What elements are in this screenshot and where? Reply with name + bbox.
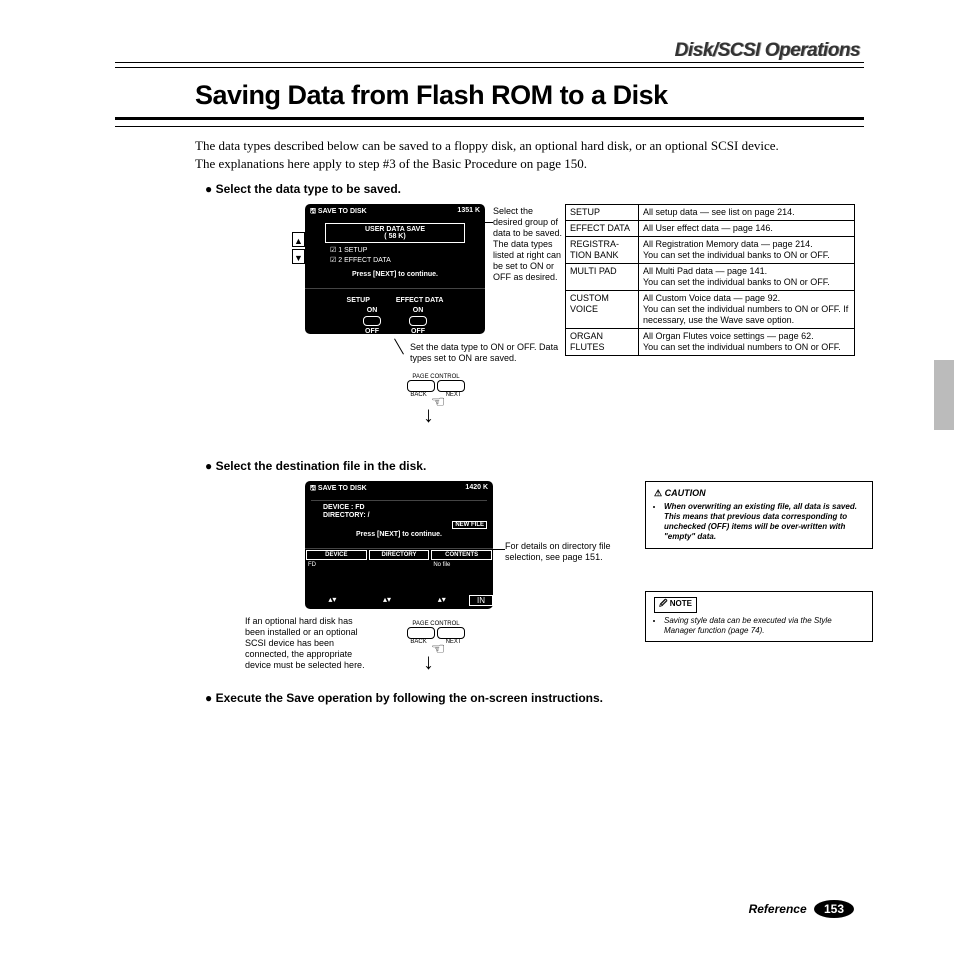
caption-dir-select: For details on directory file selection,… — [505, 541, 625, 563]
note-text: Saving style data can be executed via th… — [664, 616, 864, 636]
lcd-screen-2: SAVE TO DISK 1420 K DEVICE : FD DIRECTORY… — [305, 481, 493, 609]
next-button-2 — [437, 627, 465, 639]
in-btn: IN — [469, 595, 493, 606]
col-device: DEVICE — [306, 550, 367, 560]
tri-1: ▴▾ — [305, 595, 360, 606]
rule-thin-2 — [115, 126, 864, 127]
lcd1-userbox2: ( 58 K) — [384, 233, 405, 240]
t-r2b: All User effect data — page 146. — [639, 221, 855, 237]
side-arrow-buttons: ▲▼ — [292, 232, 305, 266]
t-r5a: CUSTOM VOICE — [566, 291, 639, 329]
lcd1-free: 1351 K — [457, 207, 480, 218]
col-contents: CONTENTS — [431, 550, 492, 560]
caption-device-select: If an optional hard disk has been instal… — [245, 616, 375, 671]
page-control-1: PAGE CONTROL BACKNEXT ☜ — [401, 374, 471, 418]
step-3-heading: Execute the Save operation by following … — [205, 691, 864, 705]
t-r2a: EFFECT DATA — [566, 221, 639, 237]
rule-thick — [115, 117, 864, 120]
step-2-heading: Select the destination file in the disk. — [205, 459, 864, 473]
off-label-2: OFF — [411, 328, 425, 335]
footer-ref: Reference — [749, 902, 807, 916]
note-heading: NOTE — [654, 597, 697, 613]
next-button — [437, 380, 465, 392]
fd-cell: FD — [305, 561, 368, 569]
intro-p2: The explanations here apply to step #3 o… — [195, 155, 864, 173]
nofile-cell: No file — [430, 561, 493, 569]
arrow-down-icon: ↓ — [423, 402, 434, 428]
rule-thin — [115, 67, 864, 68]
lcd1-title: SAVE TO DISK — [310, 207, 367, 218]
col-directory: DIRECTORY — [369, 550, 430, 560]
intro: The data types described below can be sa… — [195, 137, 864, 172]
running-header: Disk/SCSI Operations — [115, 40, 864, 63]
data-type-table: SETUPAll setup data — see list on page 2… — [565, 204, 855, 356]
tri-3: ▴▾ — [414, 595, 469, 606]
t-r1b: All setup data — see list on page 214. — [639, 205, 855, 221]
lcd1-row2: 2 EFFECT DATA — [305, 255, 485, 265]
back-button-2 — [407, 627, 435, 639]
caption-select-group: Select the desired group of data to be s… — [493, 206, 565, 283]
caution-heading: CAUTION — [654, 488, 864, 499]
back-button — [407, 380, 435, 392]
leader-1 — [485, 222, 493, 223]
t-r5b: All Custom Voice data — page 92. You can… — [639, 291, 855, 329]
lcd2-dir: DIRECTORY: / — [305, 511, 493, 519]
caption-set-onoff: Set the data type to ON or OFF. Data typ… — [410, 342, 570, 364]
page-control-2: PAGE CONTROL BACKNEXT ☜ — [401, 621, 471, 665]
off-label-1: OFF — [365, 328, 379, 335]
t-r6b: All Organ Flutes voice settings — page 6… — [639, 329, 855, 356]
lcd1-press: Press [NEXT] to continue. — [305, 271, 485, 278]
tri-2: ▴▾ — [360, 595, 415, 606]
section-2: SAVE TO DISK 1420 K DEVICE : FD DIRECTORY… — [195, 481, 864, 681]
note-box: NOTE Saving style data can be executed v… — [645, 591, 873, 642]
caution-text: When overwriting an existing file, all d… — [664, 502, 864, 542]
lcd2-free: 1420 K — [465, 484, 488, 495]
t-r3a: REGISTRA-TION BANK — [566, 237, 639, 264]
page-number: 153 — [814, 900, 854, 918]
leader-2 — [394, 339, 404, 355]
lcd1-btn-setup: SETUP — [347, 297, 370, 304]
on-label-1: ON — [367, 307, 378, 314]
lcd1-row1: 1 SETUP — [305, 245, 485, 255]
intro-p1: The data types described below can be sa… — [195, 137, 864, 155]
t-r6a: ORGAN FLUTES — [566, 329, 639, 356]
leader-3 — [493, 549, 505, 550]
t-r4a: MULTI PAD — [566, 264, 639, 291]
page-title: Saving Data from Flash ROM to a Disk — [195, 80, 864, 111]
lcd2-device: DEVICE : FD — [305, 503, 493, 511]
lcd1-userbox1: USER DATA SAVE — [365, 226, 425, 233]
lcd1-btn-effect: EFFECT DATA — [396, 297, 444, 304]
step-1-heading: Select the data type to be saved. — [205, 182, 864, 196]
lcd-screen-1: SAVE TO DISK 1351 K USER DATA SAVE( 58 K)… — [305, 204, 485, 334]
new-file-button: NEW FILE — [452, 521, 487, 529]
thumb-tab — [934, 360, 954, 430]
arrow-down-icon-2: ↓ — [423, 649, 434, 675]
t-r3b: All Registration Memory data — page 214.… — [639, 237, 855, 264]
t-r4b: All Multi Pad data — page 141. You can s… — [639, 264, 855, 291]
t-r1a: SETUP — [566, 205, 639, 221]
lcd2-title: SAVE TO DISK — [310, 484, 367, 495]
on-label-2: ON — [413, 307, 424, 314]
page-footer: Reference 153 — [749, 900, 854, 918]
caution-box: CAUTION When overwriting an existing fil… — [645, 481, 873, 549]
section-1: ▲▼ SAVE TO DISK 1351 K USER DATA SAVE( 58… — [195, 204, 864, 449]
lcd2-press: Press [NEXT] to continue. — [305, 531, 493, 538]
